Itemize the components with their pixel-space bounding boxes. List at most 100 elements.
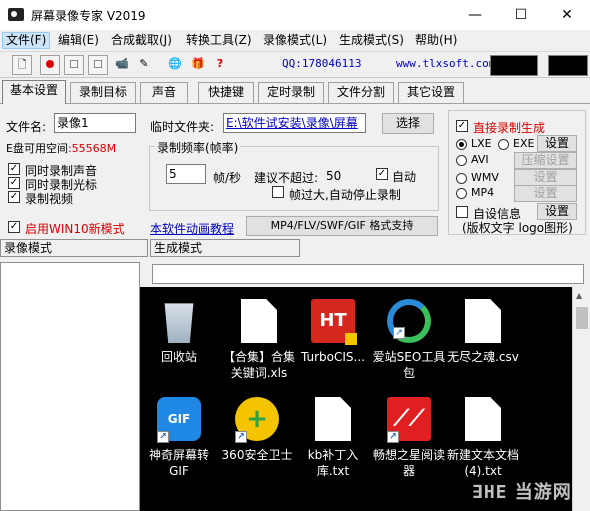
document-icon — [465, 299, 501, 343]
gift-icon[interactable]: 🎁 — [188, 55, 208, 75]
website-link[interactable]: www.tlxsoft.com — [396, 57, 495, 70]
win10-checkbox[interactable]: ✓ — [8, 221, 20, 233]
lxe-label: LXE — [471, 137, 492, 150]
auto-stop-label: 帧过大,自动停止录制 — [289, 188, 401, 202]
help-icon[interactable]: ? — [210, 55, 230, 75]
fps-input[interactable]: 5 — [166, 164, 206, 184]
win10-label: 启用WIN10新模式 — [25, 222, 125, 236]
document-icon — [241, 299, 277, 343]
desktop-icon-kb[interactable]: kb补丁入库.txt — [296, 397, 370, 479]
camera-icon[interactable]: 📹 — [112, 55, 132, 75]
record-icon[interactable] — [40, 55, 60, 75]
tab-schedule[interactable]: 定时录制 — [258, 82, 324, 103]
menu-compose[interactable]: 合成截取(J) — [108, 32, 175, 49]
exe-radio[interactable] — [498, 139, 509, 150]
menu-bar: 文件(F) 编辑(E) 合成截取(J) 转换工具(Z) 录像模式(L) 生成模式… — [0, 30, 590, 50]
desktop-icon-360[interactable]: + ↗ 360安全卫士 — [220, 397, 294, 463]
menu-help[interactable]: 帮助(H) — [412, 32, 460, 49]
window-title: 屏幕录像专家 V2019 — [31, 9, 146, 23]
wmv-radio[interactable] — [456, 173, 467, 184]
formats-button[interactable]: MP4/FLV/SWF/GIF 格式支持 — [246, 216, 438, 236]
gif-converter-icon: GIF ↗ — [157, 397, 201, 443]
close-button[interactable]: ✕ — [544, 0, 590, 30]
desktop-icon-label: TurboCIS... — [301, 350, 365, 364]
desktop-icon-label: 神奇屏幕转GIF — [148, 448, 209, 478]
tab-basic[interactable]: 基本设置 — [2, 80, 66, 104]
document-icon — [465, 397, 501, 441]
menu-gen-mode[interactable]: 生成模式(S) — [336, 32, 407, 49]
desktop-icon-aizhan[interactable]: ↗ 爱站SEO工具包 — [372, 299, 446, 381]
filename-label: 文件名: — [6, 120, 47, 134]
tab-sound[interactable]: 声音 — [140, 82, 188, 103]
select-folder-button[interactable]: 选择 — [382, 113, 434, 134]
menu-edit[interactable]: 编辑(E) — [55, 32, 102, 49]
minimize-button[interactable]: — — [452, 0, 498, 30]
tempdir-input[interactable]: E:\软件试安装\录像\屏幕 — [223, 113, 366, 133]
record-list-pane[interactable] — [0, 262, 140, 511]
lxe-settings-button[interactable]: 设置 — [537, 135, 577, 152]
desktop-icon-label: 回收站 — [160, 350, 197, 364]
self-info-settings-button[interactable]: 设置 — [537, 203, 577, 220]
lxe-radio[interactable] — [456, 139, 467, 150]
pause-icon[interactable] — [64, 55, 84, 75]
desktop-icon-label: 360安全卫士 — [221, 448, 293, 462]
tempdir-label: 临时文件夹: — [150, 120, 215, 134]
max-fps-value: 50 — [326, 169, 342, 183]
video-label: 录制视频 — [25, 192, 74, 206]
pen-icon[interactable]: ✎ — [134, 55, 154, 75]
mp4-settings-button[interactable]: 设置 — [514, 185, 577, 202]
tab-target[interactable]: 录制目标 — [70, 82, 136, 103]
gen-mode-pane-header: 生成模式 — [150, 239, 300, 257]
menu-record-mode[interactable]: 录像模式(L) — [260, 32, 330, 49]
menu-file[interactable]: 文件(F) — [2, 32, 51, 49]
animation-tutorial-link[interactable]: 本软件动画教程 — [150, 220, 234, 237]
desktop-icon-reader[interactable]: ⟋⟋ ↗ 畅想之星阅读器 — [372, 397, 446, 479]
title-bar: 屏幕录像专家 V2019 — ☐ ✕ — [0, 0, 590, 30]
video-checkbox[interactable]: ✓ — [8, 191, 20, 203]
max-fps-label: 建议不超过: — [254, 171, 319, 185]
tab-divider — [0, 103, 590, 104]
desktop-icon-gif[interactable]: GIF ↗ 神奇屏幕转GIF — [142, 397, 216, 479]
desktop-icon-label: 畅想之星阅读器 — [372, 448, 445, 478]
desktop-icon-turbocis[interactable]: HT TurboCIS... — [296, 299, 370, 365]
filename-input[interactable]: 录像1 — [54, 113, 136, 133]
timeline-ruler[interactable] — [152, 264, 584, 284]
desktop-icon-label: kb补丁入库.txt — [307, 448, 359, 478]
desktop-icon-label: 爱站SEO工具包 — [372, 350, 446, 380]
direct-gen-checkbox[interactable]: ✓ — [456, 120, 468, 132]
security-360-icon: + ↗ — [235, 397, 279, 443]
cursor-checkbox[interactable]: ✓ — [8, 177, 20, 189]
tab-hotkeys[interactable]: 快捷键 — [198, 82, 254, 103]
settings-tabs: 基本设置 录制目标 声音 快捷键 定时录制 文件分割 其它设置 — [0, 80, 590, 104]
watermark-logo-icon: ∃HE — [472, 482, 508, 503]
maximize-button[interactable]: ☐ — [498, 0, 544, 30]
avi-radio[interactable] — [456, 155, 467, 166]
stop-icon[interactable] — [88, 55, 108, 75]
tab-other[interactable]: 其它设置 — [398, 82, 464, 103]
preview-scrollbar[interactable]: ▲ — [572, 287, 590, 511]
wmv-label: WMV — [471, 171, 499, 184]
desktop-icon-xls[interactable]: 【合集】合集关键词.xls — [222, 299, 296, 381]
status-box-2 — [548, 55, 588, 76]
globe-icon[interactable]: 🌐 — [165, 55, 185, 75]
self-info-checkbox[interactable] — [456, 206, 468, 218]
desktop-icon-newtxt[interactable]: 新建文本文档(4).txt — [446, 397, 520, 479]
auto-checkbox[interactable]: ✓ — [376, 168, 388, 180]
auto-label: 自动 — [392, 170, 417, 184]
auto-stop-checkbox[interactable] — [272, 186, 284, 198]
scroll-thumb[interactable] — [576, 307, 588, 329]
scroll-up-icon[interactable]: ▲ — [576, 291, 582, 300]
desktop-icon-recycle[interactable]: 回收站 — [142, 299, 216, 365]
app-camera-icon — [8, 8, 24, 21]
compress-settings-button[interactable]: 压缩设置 — [514, 152, 577, 169]
desktop-icon-csv[interactable]: 无尽之魂.csv — [446, 299, 520, 365]
new-file-icon[interactable]: 🗋 — [12, 55, 32, 75]
qq-text: QQ:178046113 — [282, 57, 362, 70]
watermark: ∃HE 当游网 — [472, 482, 572, 503]
sound-checkbox[interactable]: ✓ — [8, 163, 20, 175]
status-box — [490, 55, 538, 76]
menu-convert[interactable]: 转换工具(Z) — [183, 32, 255, 49]
tab-split[interactable]: 文件分割 — [328, 82, 394, 103]
wmv-settings-button[interactable]: 设置 — [514, 169, 577, 186]
mp4-radio[interactable] — [456, 188, 467, 199]
